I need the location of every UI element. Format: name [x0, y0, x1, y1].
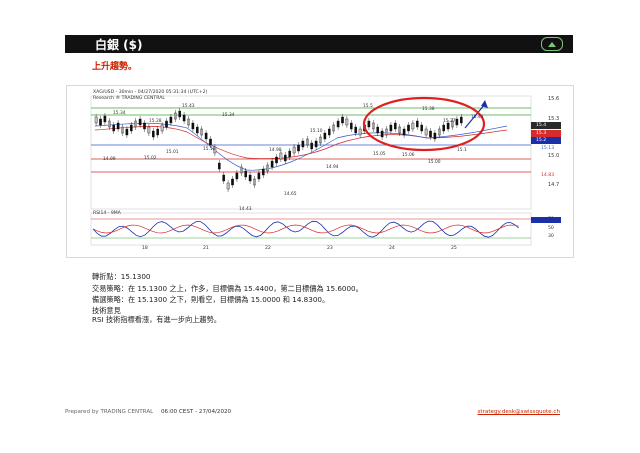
- up-arrow-icon: [541, 37, 563, 51]
- annotation: 15.43: [182, 104, 195, 109]
- price-axis-label: 14.7: [548, 182, 560, 188]
- price-tag: 15.2: [536, 138, 547, 143]
- annotation: 15.43: [471, 115, 484, 120]
- chart-canvas: [67, 86, 573, 257]
- tech-opinion-title: 技術意見: [92, 305, 121, 315]
- annotation: 15.13: [203, 147, 216, 152]
- time-label: 22: [265, 246, 271, 251]
- annotation: 15.28: [149, 119, 162, 124]
- annotation: 15.06: [402, 153, 415, 158]
- price-tag: 14.83: [541, 173, 555, 178]
- annotation: 15.02: [144, 156, 157, 161]
- price-axis-label: 15.3: [548, 116, 560, 122]
- annotation: 15.34: [113, 111, 126, 116]
- footer-email-link[interactable]: strategy.desk@swissquote.ch: [478, 409, 560, 415]
- rsi-title: RSI14 - 9MA: [93, 211, 121, 216]
- annotation: 15.38: [422, 107, 435, 112]
- annotation: 15.05: [373, 152, 386, 157]
- analysis-block: 轉折點：15.1300 交易策略：在 15.1300 之上，作多，目標價為 15…: [92, 271, 363, 324]
- time-label: 21: [203, 246, 209, 251]
- chart-header-line1: XAG/USD - 30min - 04/27/2020 05:31:34 (U…: [93, 90, 208, 95]
- annotation: 14.99: [103, 157, 116, 162]
- pivot-text: 轉折點：15.1300: [92, 272, 151, 281]
- annotation: 15.27: [443, 119, 456, 124]
- price-axis-label: 15.6: [548, 96, 560, 102]
- annotation: 15.01: [166, 150, 179, 155]
- price-chart: XAG/USD - 30min - 04/27/2020 05:31:34 (U…: [66, 85, 574, 258]
- annotation: 14.94: [326, 165, 339, 170]
- annotation: 14.98: [269, 148, 282, 153]
- annotation: 15.1: [457, 148, 467, 153]
- rsi-axis-label: 50: [548, 226, 554, 231]
- trade-strategy-text: 交易策略：在 15.1300 之上，作多，目標價為 15.4400，第二目標價為…: [92, 283, 363, 293]
- annotation: 14.65: [284, 192, 297, 197]
- time-label: 23: [327, 246, 333, 251]
- price-axis-label: 15.0: [548, 153, 560, 159]
- footer-time: 06:00 CEST - 27/04/2020: [161, 409, 232, 415]
- annotation: 15.10: [310, 129, 323, 134]
- price-tag: 15.13: [541, 146, 555, 151]
- trend-subtitle: 上升趨勢。: [92, 62, 138, 72]
- time-label: 24: [389, 246, 395, 251]
- tech-opinion-text: RSI 技術指標看漲，有進一步向上趨勢。: [92, 314, 221, 324]
- rsi-axis-label: 70: [548, 217, 554, 222]
- chart-header-line2: Research ® TRADING CENTRAL: [93, 96, 165, 101]
- annotation: 15.00: [428, 160, 441, 165]
- time-label: 25: [451, 246, 457, 251]
- annotation: 15.5: [363, 104, 373, 109]
- price-tag: 15.3: [536, 131, 547, 136]
- annotation: 15.34: [222, 113, 235, 118]
- annotation: 14.43: [239, 207, 252, 212]
- alternative-strategy-text: 備選策略：在 15.1300 之下，則看空，目標價為 15.0000 和 14.…: [92, 295, 330, 305]
- time-label: 18: [142, 246, 148, 251]
- rsi-axis-label: 30: [548, 234, 554, 239]
- footer-prepared: Prepared by TRADING CENTRAL: [65, 409, 154, 415]
- page-title: 白銀 ($): [95, 37, 143, 52]
- price-tag: 15.4: [536, 123, 547, 128]
- page-header: 白銀 ($): [65, 35, 573, 53]
